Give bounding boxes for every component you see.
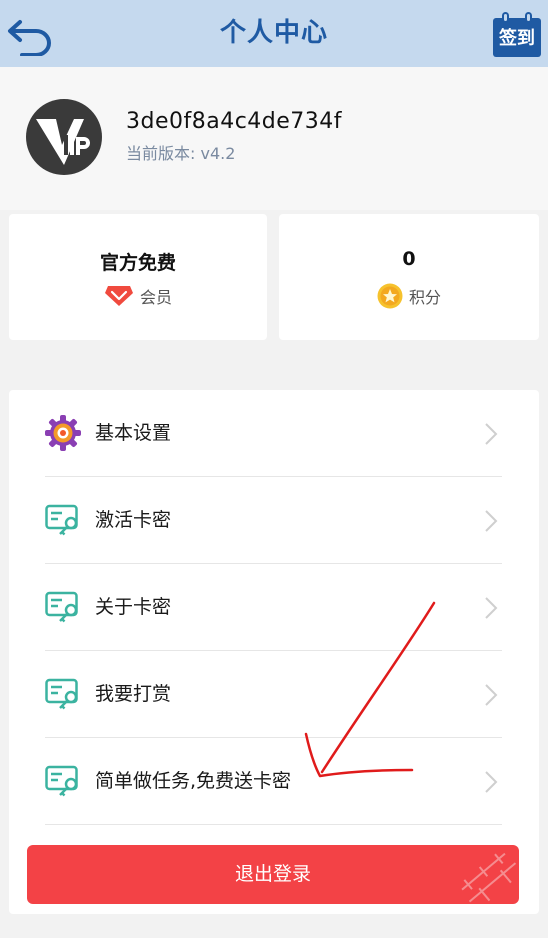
menu-item-donate[interactable]: 我要打赏 (45, 651, 502, 738)
chevron-right-icon (485, 597, 498, 619)
profile-section: 3de0f8a4c4de734f 当前版本: v4.2 (0, 67, 548, 210)
chevron-right-icon (485, 684, 498, 706)
checkin-button[interactable]: 签到 (493, 12, 541, 57)
menu-item-basic-settings[interactable]: 基本设置 (45, 390, 502, 477)
menu-list: 基本设置 激活卡密 关于卡密 我要打赏 简单做任务,免费送卡密 (9, 390, 539, 914)
vip-avatar-icon[interactable] (26, 99, 102, 175)
menu-item-tasks[interactable]: 简单做任务,免费送卡密 (45, 738, 502, 825)
membership-sub: 会员 (9, 282, 267, 310)
membership-card[interactable]: 官方免费 会员 (9, 214, 267, 340)
settings-gear-icon (45, 415, 81, 451)
menu-item-about-card[interactable]: 关于卡密 (45, 564, 502, 651)
calendar-ring-left (502, 12, 509, 23)
chevron-right-icon (485, 510, 498, 532)
star-coin-icon (377, 283, 403, 309)
chevron-right-icon (485, 771, 498, 793)
menu-item-label: 基本设置 (95, 422, 172, 444)
username: 3de0f8a4c4de734f (126, 109, 343, 134)
card-key-icon (45, 504, 78, 536)
page-title: 个人中心 (219, 18, 328, 48)
points-label: 积分 (408, 288, 441, 307)
menu-item-label: 简单做任务,免费送卡密 (95, 770, 292, 792)
menu-item-label: 我要打赏 (95, 683, 172, 705)
header-bar: 个人中心 签到 (0, 0, 548, 67)
card-key-icon (45, 678, 78, 710)
membership-value: 官方免费 (99, 252, 176, 274)
points-value: 0 (402, 248, 416, 270)
menu-item-activate-card[interactable]: 激活卡密 (45, 477, 502, 564)
calendar-ring-right (525, 12, 532, 23)
card-key-icon (45, 765, 78, 797)
app-version: 当前版本: v4.2 (126, 144, 236, 163)
menu-item-label: 激活卡密 (95, 509, 172, 531)
personal-center-page: 个人中心 签到 3de0f8a4c4de734f 当前版本: v4.2 官方免费 (0, 0, 548, 938)
membership-label: 会员 (139, 288, 172, 307)
chevron-right-icon (485, 423, 498, 445)
diamond-icon (104, 286, 133, 306)
points-sub: 积分 (279, 282, 539, 310)
menu-item-label: 关于卡密 (95, 596, 172, 618)
checkin-label: 签到 (499, 28, 535, 49)
points-card[interactable]: 0 积分 (279, 214, 539, 340)
card-key-icon (45, 591, 78, 623)
logout-button[interactable]: 退出登录 (27, 845, 519, 904)
